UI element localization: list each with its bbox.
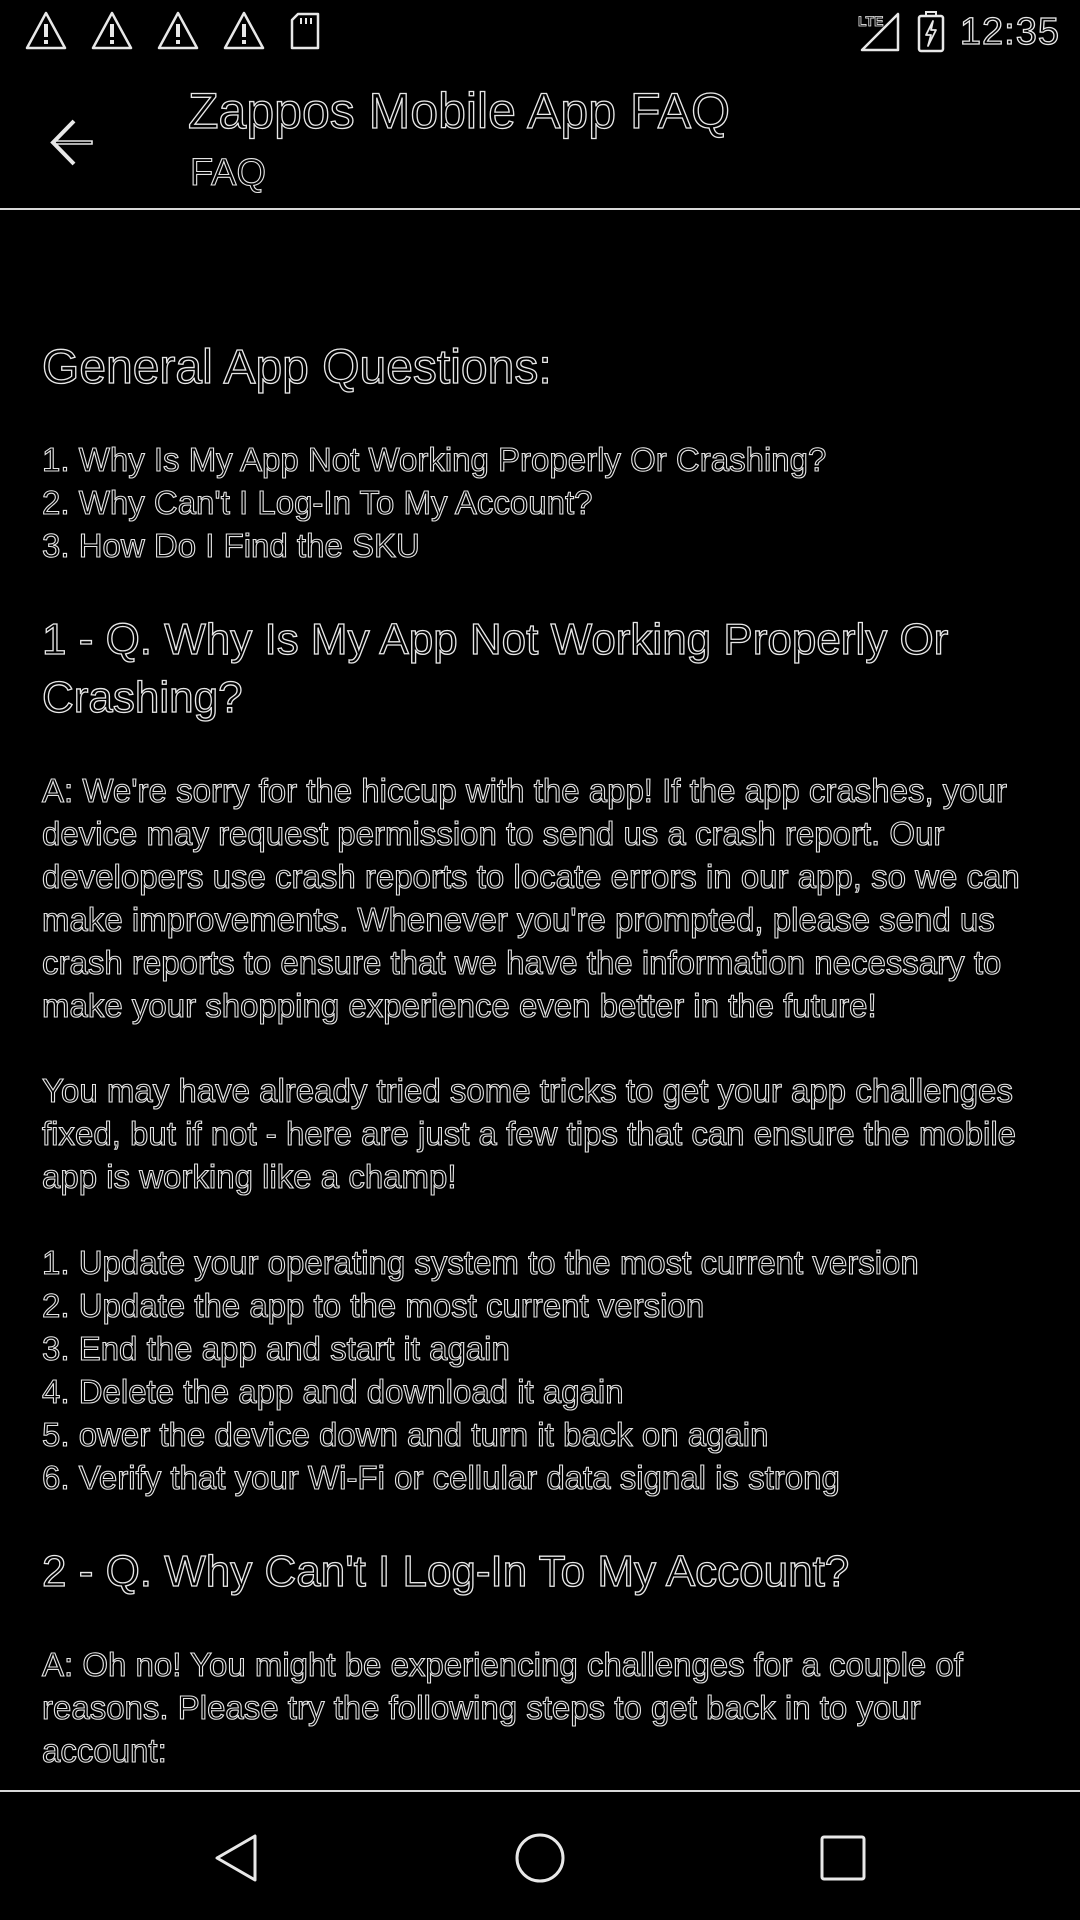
faq-content[interactable]: General App Questions: 1. Why Is My App …	[0, 210, 1080, 1790]
nav-recents-button[interactable]	[808, 1822, 878, 1892]
tip-item: 1. Update your operating system to the m…	[41, 1243, 919, 1281]
toc-link-2[interactable]: 2. Why Can't I Log-In To My Account?	[41, 481, 1052, 524]
recents-square-icon	[820, 1835, 866, 1881]
question-1-tips-intro: You may have already tried some tricks t…	[41, 1071, 1017, 1195]
question-2-title: 2 - Q. Why Can't I Log-In To My Account?	[41, 1546, 850, 1596]
question-2-answer: A: Oh no! You might be experiencing chal…	[41, 1645, 963, 1769]
warning-icon	[156, 10, 200, 52]
status-right: LTE 12:35	[856, 8, 1060, 56]
notification-icons	[24, 10, 322, 52]
tip-item: 5. ower the device down and turn it back…	[41, 1415, 769, 1453]
warning-icon	[24, 10, 68, 52]
warning-icon	[90, 10, 134, 52]
tip-item: 4. Delete the app and download it again	[41, 1372, 624, 1410]
status-bar: LTE 12:35	[0, 0, 1080, 64]
page-title: Zappos Mobile App FAQ	[187, 82, 730, 139]
question-1-answer: A: We're sorry for the hiccup with the a…	[41, 771, 1020, 1024]
warning-icon	[222, 10, 266, 52]
faq-toc: 1. Why Is My App Not Working Properly Or…	[41, 438, 1052, 567]
lte-signal-icon: LTE	[856, 10, 902, 54]
question-1-tips: 1. Update your operating system to the m…	[41, 1241, 1052, 1499]
arrow-left-icon	[50, 119, 93, 166]
system-navigation-bar	[0, 1790, 1080, 1920]
tip-item: 3. End the app and start it again	[41, 1329, 510, 1367]
app-bar: Zappos Mobile App FAQ FAQ	[0, 64, 1080, 210]
toc-link-1[interactable]: 1. Why Is My App Not Working Properly Or…	[41, 438, 1052, 481]
page-subtitle: FAQ	[189, 151, 267, 194]
nav-home-button[interactable]	[505, 1822, 575, 1892]
clock: 12:35	[959, 10, 1060, 53]
battery-charging-icon	[916, 10, 946, 54]
question-1-title: 1 - Q. Why Is My App Not Working Properl…	[41, 614, 949, 722]
tip-item: 2. Update the app to the most current ve…	[41, 1286, 705, 1324]
home-circle-icon	[515, 1833, 565, 1883]
faq-article: General App Questions: 1. Why Is My App …	[41, 338, 1052, 1772]
tip-item: 6. Verify that your Wi-Fi or cellular da…	[41, 1458, 840, 1496]
section-title: General App Questions:	[41, 340, 552, 394]
sd-card-icon	[288, 10, 322, 52]
svg-text:LTE: LTE	[858, 13, 883, 29]
toc-link-3[interactable]: 3. How Do I Find the SKU	[41, 524, 1052, 567]
nav-back-button[interactable]	[201, 1822, 271, 1892]
back-button[interactable]	[40, 108, 106, 174]
back-triangle-icon	[215, 1834, 257, 1882]
